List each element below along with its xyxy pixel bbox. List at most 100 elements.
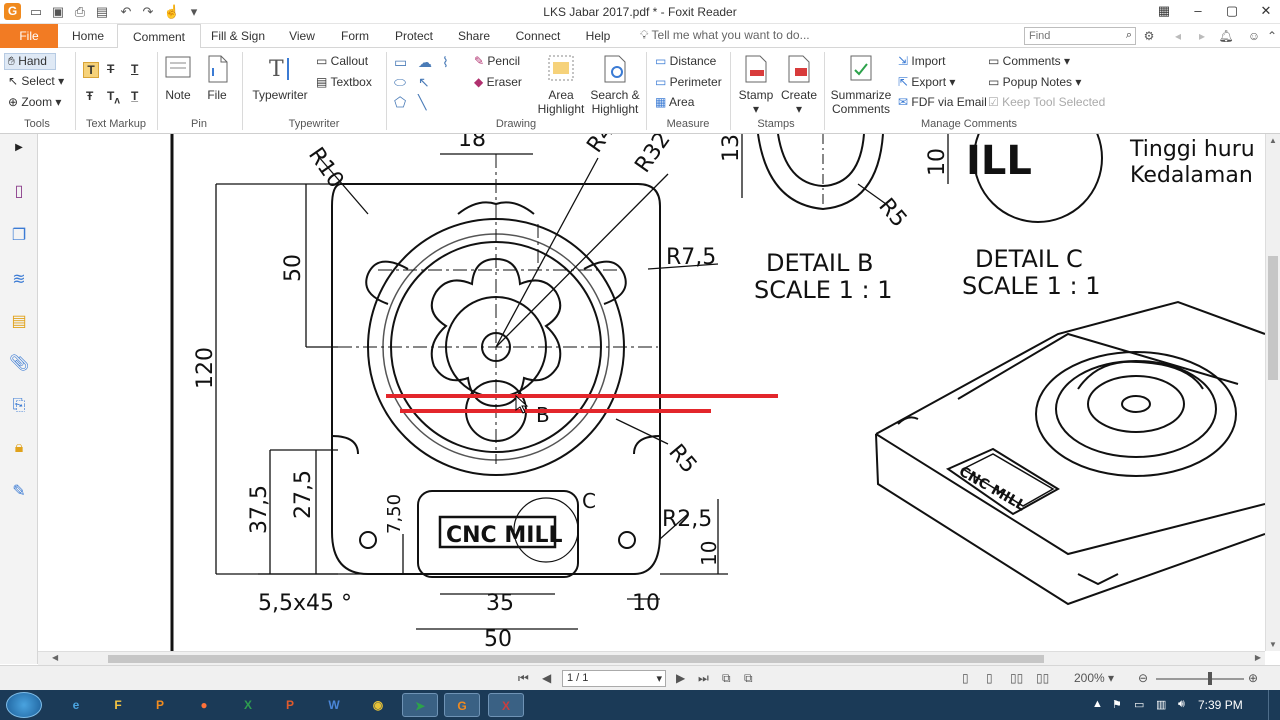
tab-view[interactable]: View (278, 24, 326, 48)
replace-text-icon[interactable]: T̲ (131, 89, 138, 103)
account-icon[interactable]: ☺ (1246, 27, 1262, 45)
rectangle-icon[interactable]: ▭ (394, 54, 407, 71)
first-page-icon[interactable]: ⏮ (518, 671, 529, 686)
tab-fill-sign[interactable]: Fill & Sign (205, 24, 271, 48)
next-page-icon[interactable]: ▶ (676, 671, 685, 685)
callout-button[interactable]: ▭ Callout (316, 54, 368, 68)
taskbar-ie-icon[interactable]: e (58, 693, 94, 717)
file-attach-button[interactable]: File (201, 54, 233, 102)
zoom-in-icon[interactable]: ⊕ (1248, 671, 1258, 685)
polygon-icon[interactable]: ⬠ (394, 94, 406, 111)
signatures-icon[interactable]: ⎘ (9, 396, 29, 416)
squiggly-icon[interactable]: Ŧ (86, 89, 93, 103)
insert-text-icon[interactable]: Tʌ (107, 89, 120, 106)
popup-notes-button[interactable]: ▭ Popup Notes ▾ (988, 75, 1081, 89)
tab-help[interactable]: Help (576, 24, 620, 48)
zoom-slider-thumb[interactable] (1208, 672, 1212, 685)
document-view[interactable]: R10 18 R4 R32 R7,5 50 120 37,5 27,5 7,50… (38, 134, 1265, 651)
single-page-icon[interactable]: ▯ (962, 671, 969, 685)
layers-icon[interactable]: ≋ (9, 270, 29, 290)
previous-view-icon[interactable]: ⧉ (722, 671, 731, 686)
fdf-via-email-button[interactable]: ✉ FDF via Email (898, 95, 987, 109)
continuous-icon[interactable]: ▯ (986, 671, 993, 685)
tray-expand-icon[interactable]: ▲ (1092, 698, 1103, 710)
area-button[interactable]: ▦ Area (655, 95, 694, 109)
taskbar-powerpoint-icon[interactable]: P (272, 693, 308, 717)
horizontal-scrollbar[interactable]: ◀ ▶ (38, 651, 1265, 665)
eraser-button[interactable]: ◆ Eraser (474, 75, 522, 89)
create-stamp-button[interactable]: Create ▾ (780, 54, 818, 116)
line-icon[interactable]: ╲ (418, 94, 426, 111)
last-page-icon[interactable]: ⏭ (698, 671, 709, 686)
expand-pane-icon[interactable]: ▶ (9, 138, 29, 158)
typewriter-button[interactable]: T Typewriter (250, 54, 310, 102)
start-button[interactable] (6, 692, 42, 718)
zoom-tool-button[interactable]: ⊕ Zoom ▾ (8, 95, 61, 109)
pencil-button[interactable]: ✎ Pencil (474, 54, 520, 68)
tab-protect[interactable]: Protect (386, 24, 442, 48)
arrow-icon[interactable]: ↖ (418, 74, 430, 91)
minimize-button[interactable]: – (1181, 0, 1215, 22)
tab-file[interactable]: File (0, 24, 58, 48)
area-highlight-button[interactable]: Area Highlight (537, 54, 585, 116)
taskbar-clock[interactable]: 7:39 PM (1198, 698, 1243, 712)
zoom-slider-track[interactable] (1156, 678, 1244, 680)
security-lock-icon[interactable]: 🔒︎ (9, 438, 29, 458)
find-input[interactable]: Find ⌕ (1024, 27, 1136, 45)
zoom-level[interactable]: 200% ▾ (1074, 671, 1114, 685)
oval-icon[interactable]: ⬭ (394, 74, 406, 91)
strikeout-icon[interactable]: T (107, 62, 114, 76)
tray-network-icon[interactable]: ▥ (1156, 698, 1166, 711)
collapse-ribbon-icon[interactable]: ⌃ (1264, 27, 1280, 45)
export-button[interactable]: ⇱ Export ▾ (898, 75, 955, 89)
summarize-comments-button[interactable]: Summarize Comments (830, 54, 892, 116)
show-desktop-button[interactable] (1268, 690, 1280, 720)
taskbar-recorder-icon[interactable]: X (488, 693, 524, 717)
tab-connect[interactable]: Connect (508, 24, 568, 48)
keep-tool-selected-checkbox[interactable]: ☑ Keep Tool Selected (988, 95, 1105, 109)
search-highlight-button[interactable]: Search & Highlight (589, 54, 641, 116)
search-icon[interactable]: ⌕ (1126, 29, 1132, 42)
comments-menu-button[interactable]: ▭ Comments ▾ (988, 54, 1070, 68)
close-button[interactable]: ✕ (1249, 0, 1280, 22)
fields-icon[interactable]: ✎ (9, 482, 29, 502)
horizontal-scroll-thumb[interactable] (108, 655, 1044, 663)
taskbar-word-icon[interactable]: W (316, 693, 352, 717)
gear-icon[interactable]: ⚙ (1141, 27, 1157, 45)
select-tool-button[interactable]: ↖ Select ▾ (8, 74, 64, 88)
import-button[interactable]: ⇲ Import (898, 54, 945, 68)
tray-volume-icon[interactable]: 🔊︎ (1178, 698, 1185, 711)
attachments-icon[interactable]: 📎︎ (9, 354, 29, 374)
cloud-icon[interactable]: ☁︎ (418, 54, 432, 71)
polyline-icon[interactable]: ⌇ (442, 54, 449, 71)
stamp-button[interactable]: Stamp ▾ (737, 54, 775, 116)
tab-share[interactable]: Share (450, 24, 498, 48)
textbox-button[interactable]: ▤ Textbox (316, 75, 372, 89)
underline-icon[interactable]: T (131, 62, 138, 76)
continuous-facing-icon[interactable]: ▯▯ (1036, 671, 1049, 685)
tray-monitor-icon[interactable]: ▭ (1134, 698, 1144, 711)
highlight-text-icon[interactable]: T (83, 62, 99, 78)
page-number-field[interactable]: 1 / 1 ▾ (562, 670, 666, 687)
bookmarks-icon[interactable]: ▯ (9, 182, 29, 202)
ribbon-options-icon[interactable]: ▦ (1147, 0, 1181, 22)
perimeter-button[interactable]: ▭ Perimeter (655, 75, 722, 89)
tab-comment[interactable]: Comment (117, 24, 201, 49)
scroll-up-icon[interactable]: ▲ (1269, 136, 1277, 145)
taskbar-app-icon[interactable]: ➤ (402, 693, 438, 717)
prev-page-icon[interactable]: ◀ (542, 671, 551, 685)
page-dropdown-icon[interactable]: ▾ (656, 672, 662, 685)
taskbar-excel-icon[interactable]: X (230, 693, 266, 717)
tab-home[interactable]: Home (62, 24, 114, 48)
taskbar-firefox-icon[interactable]: ● (186, 693, 222, 717)
distance-button[interactable]: ▭ Distance (655, 54, 716, 68)
facing-icon[interactable]: ▯▯ (1010, 671, 1023, 685)
scroll-down-icon[interactable]: ▼ (1269, 640, 1277, 649)
maximize-button[interactable]: ▢ (1215, 0, 1249, 22)
comments-panel-icon[interactable]: ▤ (9, 312, 29, 332)
taskbar-chrome-icon[interactable]: ◉ (360, 693, 396, 717)
scroll-left-icon[interactable]: ◀ (52, 653, 58, 662)
next-view-icon[interactable]: ⧉ (744, 671, 753, 686)
taskbar-foxit-icon[interactable]: G (444, 693, 480, 717)
pages-icon[interactable]: ❐ (9, 226, 29, 246)
